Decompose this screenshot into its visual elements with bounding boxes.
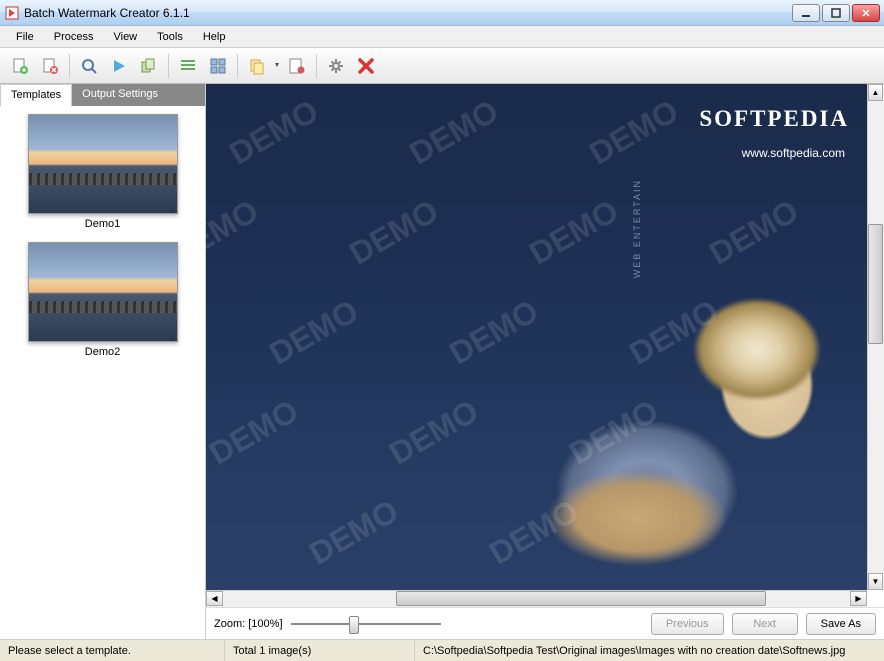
scroll-left-button[interactable]: ◀ xyxy=(206,591,223,606)
horizontal-scrollbar[interactable]: ◀ ▶ xyxy=(206,590,867,607)
previous-button[interactable]: Previous xyxy=(651,613,724,635)
zoom-label-text: Zoom: xyxy=(214,618,245,630)
zoom-label: Zoom: [100%] xyxy=(214,618,283,630)
zoom-slider[interactable] xyxy=(291,614,441,634)
demo-watermark: DEMO xyxy=(343,192,445,272)
bottom-controls: Zoom: [100%] Previous Next Save As xyxy=(206,607,884,639)
menu-tools[interactable]: Tools xyxy=(147,28,193,46)
copy-button[interactable] xyxy=(243,52,271,80)
toolbar-separator xyxy=(168,54,169,78)
preview-vertical-text: WEB ENTERTAIN xyxy=(632,179,642,278)
demo-watermark: DEMO xyxy=(523,192,625,272)
process-button[interactable] xyxy=(105,52,133,80)
template-item[interactable]: Demo2 xyxy=(8,242,197,358)
settings-button[interactable] xyxy=(322,52,350,80)
template-thumbnail xyxy=(28,242,178,342)
scroll-down-button[interactable]: ▼ xyxy=(868,573,883,590)
preview-url-text: www.softpedia.com xyxy=(742,146,845,160)
right-panel: SOFTPEDIA www.softpedia.com WEB ENTERTAI… xyxy=(206,84,884,639)
preview-button[interactable] xyxy=(75,52,103,80)
close-button[interactable] xyxy=(852,4,880,22)
demo-watermark: DEMO xyxy=(703,192,805,272)
status-count: Total 1 image(s) xyxy=(225,640,415,661)
demo-watermark: DEMO xyxy=(206,392,305,472)
window-title: Batch Watermark Creator 6.1.1 xyxy=(24,6,792,20)
next-button[interactable]: Next xyxy=(732,613,798,635)
left-panel: Templates Output Settings Demo1 Demo2 xyxy=(0,84,206,639)
menu-help[interactable]: Help xyxy=(193,28,236,46)
remove-file-button[interactable] xyxy=(36,52,64,80)
preview-area: SOFTPEDIA www.softpedia.com WEB ENTERTAI… xyxy=(206,84,884,590)
menu-file[interactable]: File xyxy=(6,28,44,46)
demo-watermark: DEMO xyxy=(263,292,365,372)
copy-dropdown[interactable]: ▼ xyxy=(273,52,281,80)
thumbnail-view-button[interactable] xyxy=(204,52,232,80)
delete-button[interactable] xyxy=(352,52,380,80)
add-file-button[interactable] xyxy=(6,52,34,80)
demo-watermark: DEMO xyxy=(383,392,485,472)
demo-watermark: DEMO xyxy=(583,92,685,172)
template-label: Demo2 xyxy=(8,346,197,358)
slider-thumb[interactable] xyxy=(349,616,359,634)
toolbar-separator xyxy=(69,54,70,78)
demo-watermark: DEMO xyxy=(303,492,405,572)
titlebar: Batch Watermark Creator 6.1.1 xyxy=(0,0,884,26)
tabs-row: Templates Output Settings xyxy=(0,84,205,106)
menu-process[interactable]: Process xyxy=(44,28,104,46)
menu-view[interactable]: View xyxy=(103,28,147,46)
menubar: File Process View Tools Help xyxy=(0,26,884,48)
batch-button[interactable] xyxy=(135,52,163,80)
templates-list: Demo1 Demo2 xyxy=(0,106,205,639)
demo-watermark: DEMO xyxy=(206,192,265,272)
vertical-scroll-thumb[interactable] xyxy=(868,224,883,344)
list-view-button[interactable] xyxy=(174,52,202,80)
maximize-button[interactable] xyxy=(822,4,850,22)
scroll-up-button[interactable]: ▲ xyxy=(868,84,883,101)
template-item[interactable]: Demo1 xyxy=(8,114,197,230)
status-path: C:\Softpedia\Softpedia Test\Original ima… xyxy=(415,640,884,661)
toolbar-separator xyxy=(237,54,238,78)
template-thumbnail xyxy=(28,114,178,214)
horizontal-scroll-thumb[interactable] xyxy=(396,591,766,606)
toolbar-separator xyxy=(316,54,317,78)
template-label: Demo1 xyxy=(8,218,197,230)
edit-button[interactable] xyxy=(283,52,311,80)
tab-templates[interactable]: Templates xyxy=(0,84,72,106)
tab-output-settings[interactable]: Output Settings xyxy=(72,84,168,106)
app-icon xyxy=(4,5,20,21)
demo-watermark: DEMO xyxy=(403,92,505,172)
zoom-value: [100%] xyxy=(248,618,282,630)
toolbar: ▼ xyxy=(0,48,884,84)
main-area: Templates Output Settings Demo1 Demo2 SO… xyxy=(0,84,884,639)
preview-figure-hair xyxy=(677,287,837,412)
preview-brand-text: SOFTPEDIA xyxy=(699,106,849,132)
slider-track xyxy=(291,623,441,625)
scroll-right-button[interactable]: ▶ xyxy=(850,591,867,606)
window-buttons xyxy=(792,4,880,22)
demo-watermark: DEMO xyxy=(223,92,325,172)
save-as-button[interactable]: Save As xyxy=(806,613,876,635)
preview-image: SOFTPEDIA www.softpedia.com WEB ENTERTAI… xyxy=(206,84,867,590)
status-hint: Please select a template. xyxy=(0,640,225,661)
statusbar: Please select a template. Total 1 image(… xyxy=(0,639,884,661)
vertical-scrollbar[interactable]: ▲ ▼ xyxy=(867,84,884,590)
minimize-button[interactable] xyxy=(792,4,820,22)
